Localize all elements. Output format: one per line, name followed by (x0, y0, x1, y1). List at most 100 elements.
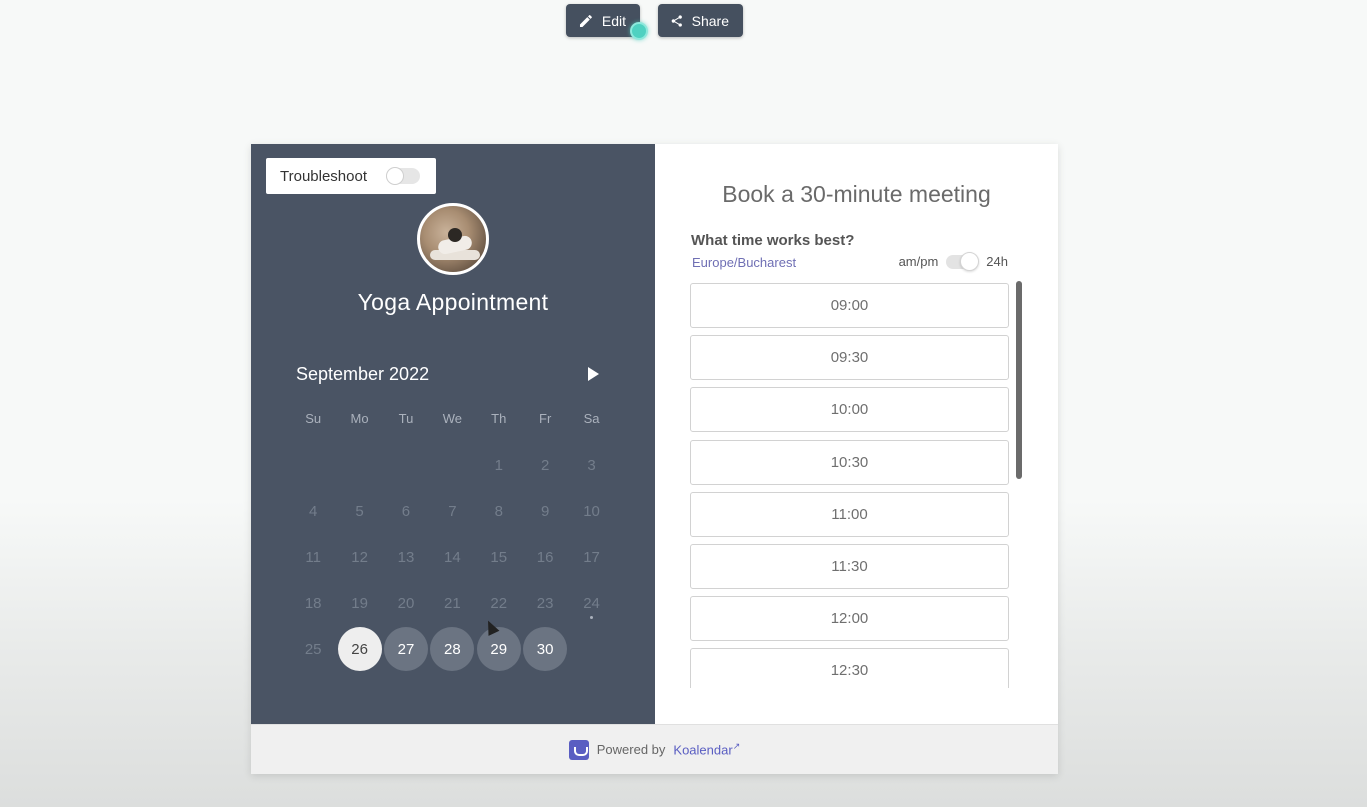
calendar-day-available[interactable]: 30 (522, 626, 568, 672)
timezone-link[interactable]: Europe/Bucharest (692, 255, 796, 270)
day-number: 30 (523, 627, 568, 671)
calendar-grid: Su Mo Tu We Th Fr Sa 1 2 3 4 5 6 7 8 9 10 11 12 13 14 15 16 17 1… (290, 394, 615, 672)
time-slot-button[interactable]: 12:30 (690, 648, 1009, 688)
day-number: 27 (383, 627, 428, 671)
day-number: 12 (351, 548, 368, 566)
calendar-day: 23 (522, 580, 568, 626)
calendar-empty-cell (336, 442, 382, 488)
calendar-day: 4 (290, 488, 336, 534)
time-question: What time works best? (691, 232, 855, 249)
event-title: Yoga Appointment (357, 289, 549, 315)
day-number: 1 (494, 456, 503, 474)
time-slot-button[interactable]: 11:00 (690, 491, 1009, 537)
time-slot-button[interactable]: 12:00 (690, 596, 1009, 642)
edit-button[interactable]: Edit (566, 4, 640, 37)
avatar (417, 203, 489, 275)
day-number: 14 (444, 548, 461, 566)
footer: Powered by Koalendar↗ (251, 724, 1058, 774)
calendar-day: 11 (290, 534, 336, 580)
day-number: 11 (305, 548, 321, 566)
weekday-label: We (442, 410, 462, 426)
calendar-day: 19 (336, 580, 382, 626)
calendar-day: 24 (568, 580, 614, 626)
calendar-day: 8 (476, 488, 522, 534)
day-number: 9 (540, 502, 550, 520)
calendar-day-available[interactable]: 28 (429, 626, 475, 672)
next-month-button[interactable] (586, 366, 600, 382)
day-number: 7 (448, 502, 457, 520)
calendar-day: 25 (290, 626, 336, 672)
toggle-knob (960, 251, 980, 271)
day-number: 24 (583, 594, 600, 612)
day-number: 8 (494, 502, 503, 520)
calendar-day: 6 (383, 488, 429, 534)
day-number: 19 (351, 594, 368, 612)
calendar-day: 15 (476, 534, 522, 580)
time-slot-button[interactable]: 10:30 (690, 439, 1009, 485)
pencil-icon (579, 14, 592, 27)
day-number: 13 (397, 548, 415, 566)
share-button[interactable]: Share (658, 4, 743, 37)
share-icon (671, 14, 682, 27)
day-number: 10 (583, 502, 600, 520)
time-slot-button[interactable]: 10:00 (690, 387, 1009, 433)
edit-label: Edit (601, 12, 626, 29)
powered-by-label: Powered by (596, 742, 666, 757)
day-number: 21 (444, 594, 461, 612)
day-number: 26 (337, 627, 382, 671)
calendar-day: 10 (568, 488, 614, 534)
booking-widget: Troubleshoot Yoga Appointment September … (251, 144, 1058, 774)
troubleshoot-control: Troubleshoot (266, 158, 436, 194)
calendar-day-available[interactable]: 29 (476, 626, 522, 672)
koalendar-logo-icon (568, 739, 589, 760)
day-number: 22 (490, 594, 508, 612)
time-panel: Book a 30-minute meeting What time works… (655, 144, 1058, 724)
time-slot-list: 09:00 09:30 10:00 10:30 11:00 11:30 12:00 12:30 (690, 283, 1010, 688)
external-link-icon: ↗ (732, 741, 741, 752)
calendar-day-selected[interactable]: 26 (336, 626, 382, 672)
day-number: 17 (583, 548, 600, 566)
calendar-day: 3 (568, 442, 614, 488)
time-slot-button[interactable]: 09:30 (690, 335, 1009, 381)
calendar-day: 16 (522, 534, 568, 580)
calendar-day: 14 (429, 534, 475, 580)
calendar-empty-cell (429, 442, 475, 488)
time-slot-button[interactable]: 09:00 (690, 283, 1009, 328)
day-number: 28 (430, 627, 475, 671)
troubleshoot-toggle[interactable] (386, 167, 420, 185)
day-number: 16 (536, 548, 554, 566)
day-number: 6 (401, 502, 411, 520)
calendar-day-available[interactable]: 27 (383, 626, 429, 672)
calendar-day: 7 (429, 488, 475, 534)
day-number: 23 (536, 594, 554, 612)
troubleshoot-label: Troubleshoot (280, 167, 367, 185)
cursor-highlight (630, 22, 648, 40)
weekday-label: Fr (539, 410, 552, 426)
calendar-day: 2 (522, 442, 568, 488)
calendar-day: 18 (290, 580, 336, 626)
share-label: Share (691, 12, 729, 29)
time-slot-button[interactable]: 11:30 (690, 543, 1009, 589)
today-indicator (590, 616, 594, 619)
calendar-day: 21 (429, 580, 475, 626)
time-format-control: am/pm 24h (898, 251, 1008, 271)
weekday-label: Mo (350, 410, 369, 426)
scrollbar[interactable] (1016, 281, 1022, 479)
weekday-label: Tu (398, 410, 414, 426)
day-number: 20 (397, 594, 415, 612)
calendar-day: 12 (336, 534, 382, 580)
event-panel: Troubleshoot Yoga Appointment September … (251, 144, 655, 724)
weekday-label: Sa (583, 410, 600, 426)
weekday-label: Th (491, 410, 507, 426)
month-label: September 2022 (296, 364, 430, 384)
day-number: 18 (304, 594, 322, 612)
day-number: 15 (490, 548, 508, 566)
calendar-day: 13 (383, 534, 429, 580)
koalendar-link-text: Koalendar (673, 742, 733, 758)
calendar-day: 22 (476, 580, 522, 626)
koalendar-link[interactable]: Koalendar↗ (673, 741, 740, 757)
calendar-day: 9 (522, 488, 568, 534)
ampm-label: am/pm (898, 254, 939, 269)
time-format-toggle[interactable] (946, 251, 980, 271)
day-number: 2 (540, 456, 550, 474)
